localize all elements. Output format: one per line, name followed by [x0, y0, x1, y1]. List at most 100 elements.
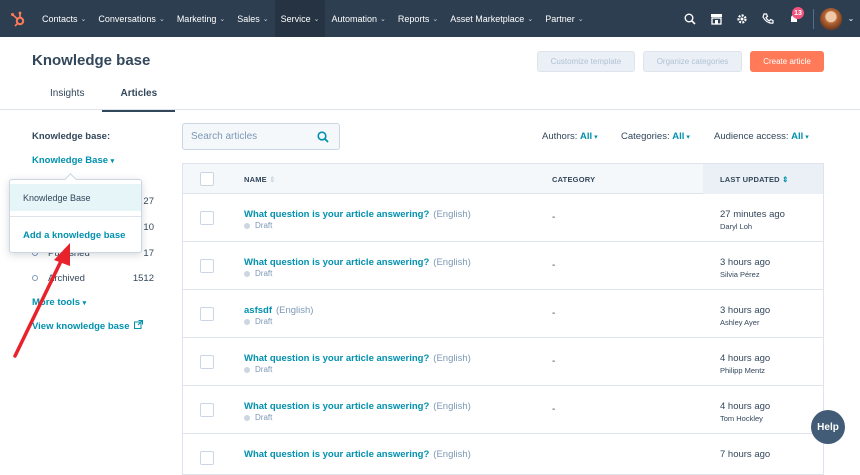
nav-reports[interactable]: Reports ⌄ [392, 0, 444, 37]
view-knowledge-base-link[interactable]: View knowledge base [32, 320, 144, 332]
help-button[interactable]: Help [811, 410, 845, 444]
sidebar-row-count: 10 [143, 222, 154, 233]
article-title-link[interactable]: What question is your article answering?… [244, 257, 471, 268]
status-dot-icon [244, 366, 250, 373]
article-language: (English) [433, 401, 471, 412]
nav-asset-marketplace[interactable]: Asset Marketplace ⌄ [444, 0, 539, 37]
marketplace-icon[interactable] [703, 0, 729, 37]
more-tools-menu[interactable]: More tools ▾ [32, 297, 86, 308]
view-knowledge-base-label: View knowledge base [32, 321, 130, 332]
chevron-down-icon: ⌄ [219, 15, 226, 23]
article-category: - [552, 260, 556, 271]
knowledge-base-selector[interactable]: Knowledge Base ▾ [32, 155, 114, 166]
article-title-link[interactable]: What question is your article answering?… [244, 209, 471, 220]
row-checkbox[interactable] [200, 403, 214, 417]
articles-table: NAME ⇕ CATEGORY LAST UPDATED ⇕ What ques… [182, 163, 824, 475]
row-checkbox[interactable] [200, 211, 214, 225]
nav-conversations[interactable]: Conversations ⌄ [92, 0, 170, 37]
select-all-checkbox[interactable] [200, 172, 214, 186]
sidebar-row-count: 1512 [132, 273, 154, 284]
calling-icon[interactable] [755, 0, 781, 37]
external-link-icon [134, 320, 144, 329]
caret-down-icon: ▾ [110, 158, 115, 165]
audience-access-filter[interactable]: Audience access: All ▾ [714, 131, 809, 142]
caret-down-icon: ▾ [594, 134, 598, 141]
categories-filter-value: All [672, 131, 685, 142]
gear-icon[interactable] [729, 0, 755, 37]
dropdown-divider [10, 216, 141, 217]
last-updated-column-header[interactable]: LAST UPDATED ⇕ [720, 175, 789, 184]
chevron-down-icon: ⌄ [527, 15, 534, 23]
search-icon[interactable] [317, 131, 329, 143]
sidebar-row-archived[interactable]: Archived 1512 [32, 273, 154, 284]
chevron-down-icon[interactable]: ⌄ [842, 0, 860, 37]
sidebar-row-label: Archived [48, 273, 85, 284]
table-row: What question is your article answering?… [183, 386, 823, 434]
more-tools-label: More tools [32, 297, 81, 308]
article-title: asfsdf [244, 305, 272, 316]
article-title-link[interactable]: What question is your article answering?… [244, 353, 471, 364]
sort-icon: ⇕ [269, 175, 276, 184]
search-input[interactable]: Search articles [182, 123, 340, 150]
create-article-button[interactable]: Create article [750, 51, 824, 72]
article-status: Draft [244, 413, 272, 422]
article-title-link[interactable]: asfsdf (English) [244, 305, 313, 316]
status-dot-icon [244, 270, 250, 277]
knowledge-base-dropdown: Knowledge Base Add a knowledge base [9, 179, 142, 253]
dropdown-item-knowledge-base[interactable]: Knowledge Base [10, 184, 141, 211]
row-checkbox[interactable] [200, 307, 214, 321]
organize-categories-button[interactable]: Organize categories [643, 51, 742, 72]
chevron-down-icon: ⌄ [158, 15, 165, 23]
article-category: - [552, 212, 556, 223]
hubspot-logo-icon[interactable] [0, 0, 36, 37]
page-title: Knowledge base [32, 52, 151, 69]
article-title: What question is your article answering? [244, 401, 430, 412]
article-language: (English) [433, 257, 471, 268]
category-column-header[interactable]: CATEGORY [552, 175, 595, 184]
avatar[interactable] [820, 7, 842, 30]
article-title-link[interactable]: What question is your article answering?… [244, 401, 471, 412]
row-checkbox[interactable] [200, 451, 214, 465]
nav-asset-marketplace-label: Asset Marketplace [450, 13, 525, 24]
sort-descending-icon: ⇕ [782, 175, 789, 184]
categories-filter[interactable]: Categories: All ▾ [621, 131, 690, 142]
name-column-header[interactable]: NAME ⇕ [244, 175, 276, 184]
audience-filter-label: Audience access: [714, 131, 789, 142]
article-language: (English) [275, 305, 314, 316]
audience-filter-value: All [791, 131, 804, 142]
tab-insights[interactable]: Insights [32, 82, 102, 112]
row-checkbox[interactable] [200, 355, 214, 369]
article-status: Draft [244, 221, 272, 230]
notifications-icon[interactable]: 13 [781, 0, 807, 37]
authors-filter[interactable]: Authors: All ▾ [542, 131, 598, 142]
nav-contacts-label: Contacts [42, 13, 78, 24]
top-nav: Contacts ⌄ Conversations ⌄ Marketing ⌄ Sale… [0, 0, 860, 37]
add-knowledge-base-button[interactable]: Add a knowledge base [23, 230, 125, 241]
nav-contacts[interactable]: Contacts ⌄ [36, 0, 92, 37]
nav-sales-label: Sales [237, 13, 260, 24]
customize-template-button[interactable]: Customize template [537, 51, 635, 72]
row-checkbox[interactable] [200, 259, 214, 273]
nav-automation[interactable]: Automation ⌄ [325, 0, 391, 37]
nav-partner[interactable]: Partner ⌄ [539, 0, 589, 37]
status-label: Draft [255, 269, 273, 278]
chevron-down-icon: ⌄ [432, 15, 439, 23]
table-row: What question is your article answering?… [183, 194, 823, 242]
nav-marketing[interactable]: Marketing ⌄ [171, 0, 231, 37]
status-dot-icon [244, 222, 250, 229]
tab-articles[interactable]: Articles [102, 82, 176, 112]
article-updated-time: 4 hours ago [720, 353, 771, 364]
chevron-down-icon: ⌄ [262, 15, 269, 23]
search-icon[interactable] [677, 0, 703, 37]
nav-partner-label: Partner [545, 13, 575, 24]
article-updated-time: 7 hours ago [720, 449, 771, 460]
nav-marketing-label: Marketing [176, 13, 217, 24]
table-row: What question is your article answering?… [183, 242, 823, 290]
nav-sales[interactable]: Sales ⌄ [231, 0, 274, 37]
status-label: Draft [255, 413, 273, 422]
article-author: Daryl Loh [720, 222, 753, 231]
status-dot-icon [244, 414, 250, 421]
article-language: (English) [433, 449, 471, 460]
article-title-link[interactable]: What question is your article answering?… [244, 449, 471, 460]
nav-service[interactable]: Service ⌄ [274, 0, 326, 37]
